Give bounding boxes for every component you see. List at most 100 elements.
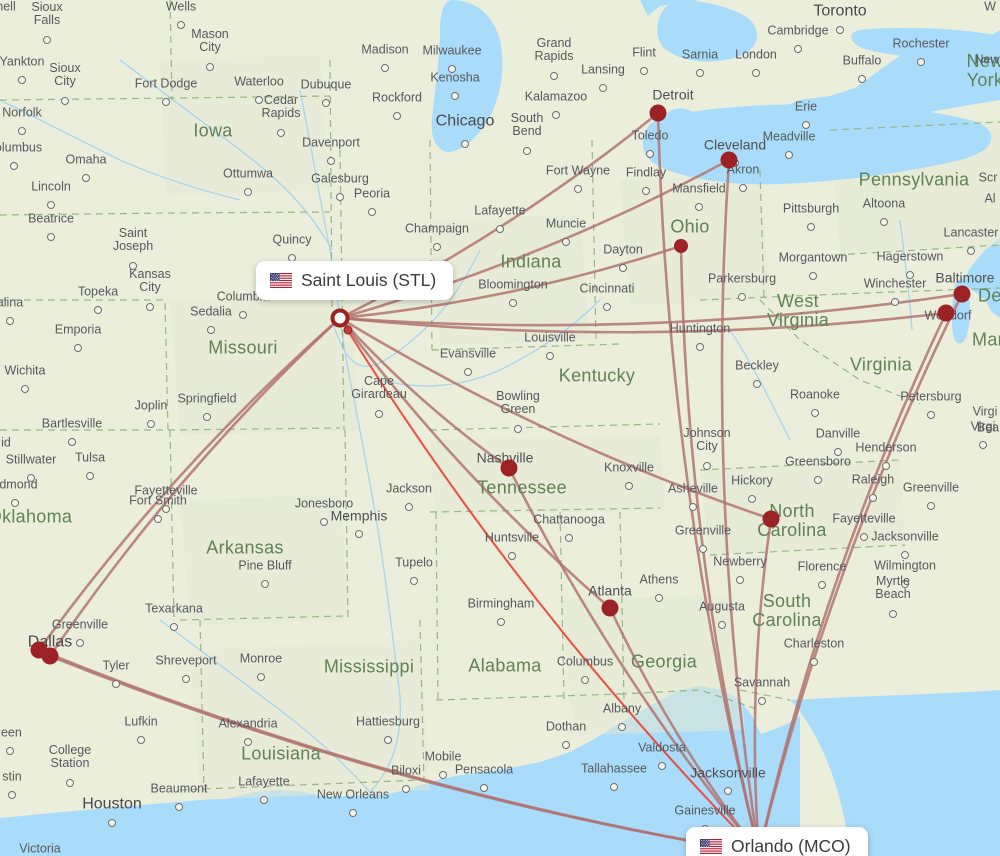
city-label: Huntington (669, 321, 731, 336)
city-label: hell (0, 0, 16, 14)
city-label: Jackson (386, 481, 432, 496)
city-label: Parkersburg (707, 271, 777, 286)
city-label: Toronto (813, 2, 867, 20)
airport-marker[interactable] (41, 647, 59, 665)
city-label: Champaign (405, 221, 469, 236)
city-label: Sioux Falls (31, 0, 63, 27)
city-label: Chattanooga (533, 512, 605, 527)
state-label: Alabama (468, 655, 542, 676)
city-label: Cincinnati (579, 281, 635, 296)
airport-marker[interactable] (649, 104, 667, 122)
city-label: Morgantown (778, 250, 848, 265)
city-label: Greenville (902, 480, 960, 495)
city-label: Scr (978, 170, 998, 185)
airport-marker[interactable] (601, 599, 619, 617)
city-label: Asheville (667, 481, 719, 496)
city-label: Saint Joseph (112, 225, 154, 253)
city-label: Lincoln (31, 179, 71, 194)
airport-marker[interactable] (674, 239, 688, 253)
city-label: Houston (82, 795, 142, 813)
city-label: Stillwater (5, 452, 57, 467)
destination-airport-chip[interactable]: Orlando (MCO) (686, 827, 868, 856)
city-label: stin (2, 769, 22, 784)
city-label: Greenville (674, 523, 732, 538)
city-label: Albany (602, 701, 642, 716)
city-label: Wells (165, 0, 197, 14)
city-label: id (1, 435, 11, 450)
city-label: Kalamazoo (524, 89, 588, 104)
city-label: W (984, 0, 996, 14)
state-label: Oklahoma (0, 506, 73, 527)
airport-marker[interactable] (500, 459, 518, 477)
state-label: Louisiana (241, 743, 321, 764)
city-label: New Orleans (316, 787, 390, 802)
us-flag-icon (270, 273, 292, 288)
state-label: Del (978, 285, 1000, 306)
city-label: Beaumont (150, 781, 208, 796)
city-label: Flint (632, 45, 656, 60)
city-label: College Station (48, 742, 92, 770)
destination-airport-label: Orlando (MCO) (731, 836, 851, 856)
city-label: Tyler (102, 658, 130, 673)
city-label: leen (0, 725, 22, 740)
city-label: Wichita (4, 363, 46, 378)
state-label: Virginia (849, 354, 913, 375)
city-label: Pine Bluff (238, 558, 292, 573)
city-label: Mason City (191, 26, 229, 54)
city-label: Winchester (863, 276, 927, 291)
city-label: Lafayette (474, 203, 526, 218)
city-label: London (735, 47, 777, 62)
city-label: Altoona (862, 196, 906, 211)
city-label: Topeka (77, 284, 119, 299)
city-label: Savannah (733, 675, 791, 690)
city-label: New (974, 52, 1000, 67)
city-label: Jacksonville (871, 529, 939, 544)
state-label: South Carolina (752, 591, 822, 630)
airport-marker[interactable] (762, 510, 780, 528)
city-label: Rochester (892, 36, 950, 51)
city-label: Dubuque (300, 77, 352, 92)
city-label: Cape Girardeau (351, 373, 407, 401)
city-label: Chicago (435, 112, 495, 130)
airport-marker[interactable] (330, 308, 350, 328)
city-label: Joplin (134, 398, 168, 413)
origin-airport-label: Saint Louis (STL) (301, 270, 437, 290)
city-label: Meadville (762, 129, 816, 144)
city-label: Virgi (972, 404, 998, 419)
airport-marker[interactable] (953, 285, 971, 303)
city-label: Alexandria (218, 716, 278, 731)
state-label: Mississippi (323, 656, 415, 677)
city-label: Roanoke (789, 387, 841, 402)
city-label: Tallahassee (580, 761, 648, 776)
city-label: Milwaukee (422, 43, 482, 58)
city-label: Fort Dodge (134, 76, 198, 91)
city-label: Pensacola (454, 762, 514, 777)
city-label: Bowling Green (496, 388, 540, 416)
city-label: Bloomington (478, 277, 548, 292)
state-label: Missouri (208, 337, 278, 358)
city-label: Buffalo (842, 53, 882, 68)
city-label: Greensboro (784, 454, 852, 469)
city-label: Galesburg (311, 171, 369, 186)
city-label: Cedar Rapids (261, 92, 301, 120)
city-label: Hagerstown (876, 249, 944, 264)
city-label: Grand Rapids (534, 35, 574, 63)
city-label: Toledo (631, 128, 669, 143)
city-label: Victoria (19, 841, 61, 856)
city-label: Mansfield (672, 181, 726, 196)
city-label: alina (0, 295, 24, 310)
state-label: Pennsylvania (858, 169, 970, 190)
city-label: Norfolk (2, 105, 42, 120)
city-label: Madison (361, 42, 409, 57)
city-label: Fayetteville (832, 511, 896, 526)
airport-marker[interactable] (937, 304, 955, 322)
city-label: Greenville (51, 617, 109, 632)
city-label: Waterloo (234, 74, 284, 89)
flight-route-map[interactable]: Iowa Missouri Indiana Ohio Pennsylvania West … (0, 0, 1000, 856)
origin-airport-chip[interactable]: Saint Louis (STL) (256, 261, 454, 300)
city-label: Tupelo (395, 555, 433, 570)
city-label: Beckley (735, 358, 779, 373)
city-label: Petersburg (900, 389, 962, 404)
city-label: Springfield (177, 391, 237, 406)
airport-marker[interactable] (720, 151, 738, 169)
